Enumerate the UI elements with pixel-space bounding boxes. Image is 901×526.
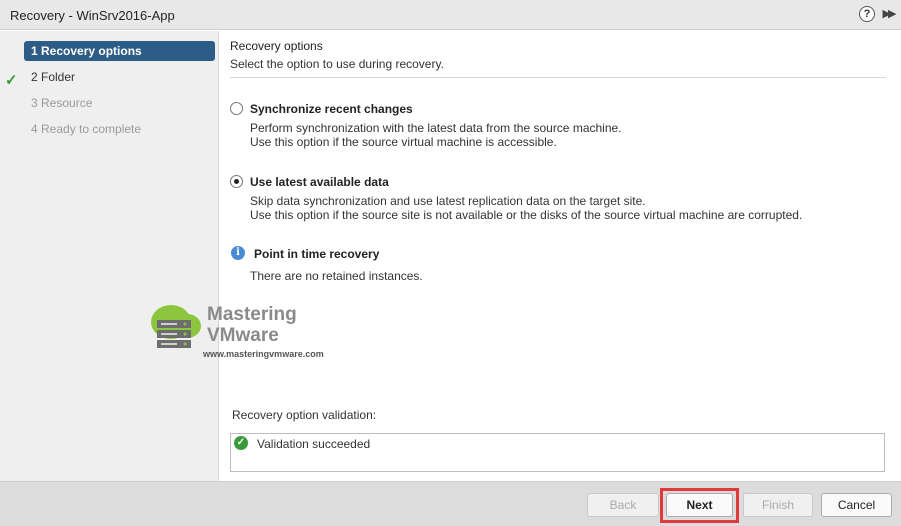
info-icon: i (231, 246, 245, 260)
radio-use-latest-available-data[interactable] (230, 175, 243, 188)
page-title: Recovery options (230, 39, 323, 53)
server-cloud-icon (151, 305, 201, 348)
step-ready-to-complete: 4 Ready to complete (31, 122, 142, 136)
next-button[interactable]: Next (666, 493, 733, 517)
option-desc-synchronize-2: Use this option if the source virtual ma… (250, 135, 557, 149)
option-desc-use-latest-2: Use this option if the source site is no… (250, 208, 803, 222)
option-label-use-latest[interactable]: Use latest available data (250, 175, 389, 189)
window-titlebar: Recovery - WinSrv2016-App ? ▶▶ (0, 0, 901, 30)
wizard-footer: Back Next Finish Cancel (0, 481, 901, 526)
watermark-line2: VMware (207, 325, 279, 346)
window-title: Recovery - WinSrv2016-App (10, 8, 175, 23)
back-button: Back (587, 493, 659, 517)
option-desc-synchronize-1: Perform synchronization with the latest … (250, 121, 622, 135)
validation-label: Recovery option validation: (232, 408, 377, 422)
finish-button: Finish (743, 493, 813, 517)
step-completed-check-icon: ✓ (5, 72, 18, 89)
wizard-steps-sidebar: ✓ 1 Recovery options 2 Folder 3 Resource… (0, 31, 219, 481)
step-folder[interactable]: 2 Folder (24, 67, 215, 87)
validation-status: Validation succeeded (257, 437, 371, 451)
page-subtitle: Select the option to use during recovery… (230, 57, 444, 71)
option-desc-use-latest-1: Skip data synchronization and use latest… (250, 194, 646, 208)
step-resource: 3 Resource (31, 96, 93, 110)
watermark-line1: Mastering (207, 304, 297, 325)
step-recovery-options[interactable]: 1 Recovery options (24, 41, 215, 61)
radio-synchronize-recent-changes[interactable] (230, 102, 243, 115)
wizard-content: Recovery options Select the option to us… (220, 31, 901, 481)
success-check-icon: ✓ (234, 436, 248, 450)
help-icon[interactable]: ? (859, 6, 875, 22)
header-divider (230, 77, 886, 78)
option-label-synchronize[interactable]: Synchronize recent changes (250, 102, 413, 116)
cancel-button[interactable]: Cancel (821, 493, 892, 517)
point-in-time-desc: There are no retained instances. (250, 269, 423, 283)
point-in-time-label: Point in time recovery (254, 247, 380, 261)
watermark-url: www.masteringvmware.com (203, 349, 324, 359)
watermark-logo: Mastering VMware www.masteringvmware.com (147, 300, 347, 362)
validation-box: ✓ Validation succeeded (230, 433, 885, 472)
expand-icon[interactable]: ▶▶ (880, 5, 897, 23)
